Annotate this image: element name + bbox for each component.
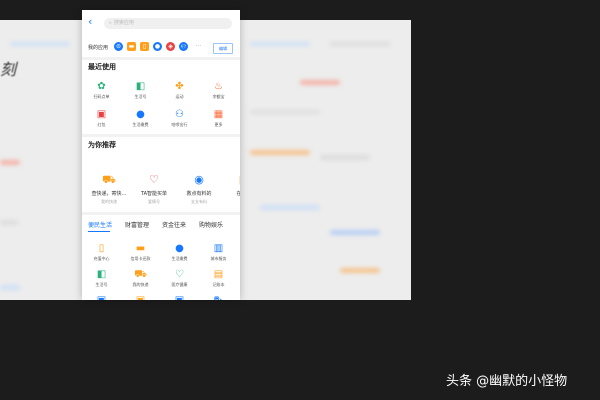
delivery-icon: ⛟	[102, 173, 116, 186]
app-tile[interactable]: ● 生活缴费	[121, 102, 160, 128]
recent-title: 最近使用	[88, 63, 116, 71]
app-tile[interactable]: ⛍	[199, 288, 238, 300]
phone-icon: ▯	[98, 243, 105, 254]
app-tile[interactable]: ◧ 生活号	[82, 262, 121, 288]
recommend-title-text: 在线市	[236, 191, 240, 197]
tab-underline	[88, 231, 110, 232]
tab-convenience[interactable]: 便民生活	[88, 220, 112, 229]
yuebao-icon: ♨	[214, 81, 223, 92]
tab-transfer[interactable]: 资金往来	[162, 220, 186, 229]
app-tile[interactable]: ▣	[82, 288, 121, 300]
app-icon: ▣	[175, 295, 184, 300]
more-icon: ▦	[213, 109, 224, 120]
app-icon: ▣	[97, 295, 106, 300]
my-apps-label: 我的应用	[88, 45, 109, 51]
app-tile-label: 红包	[97, 122, 106, 127]
my-apps-bar: 我的应用 ⊜ ▬ ▯ ● ◈ ℮ ··· 编辑	[82, 38, 240, 56]
sport-icon: ✤	[175, 81, 184, 92]
app-tile-label: 生活缴费	[132, 122, 149, 127]
heart-icon: ♡	[149, 173, 159, 186]
recommend-card[interactable]: ◉ 救点有料的支支有料	[176, 168, 222, 205]
tab-wealth[interactable]: 财富管理	[125, 220, 149, 229]
redpacket-icon: ▣	[96, 109, 107, 120]
app-tile[interactable]: ● 生活缴费	[160, 236, 199, 262]
app-tile-label: 扫码点单	[93, 94, 110, 99]
category-tabs: 便民生活 财富管理 资金往来 购物娱乐	[82, 216, 240, 232]
yuebao-icon[interactable]: ℮	[179, 42, 188, 51]
city-icon: ▥	[213, 243, 224, 254]
recommend-card[interactable]: ♡ TA智能买单 爱情号	[131, 168, 177, 205]
app-tile[interactable]: ▯ 充值中心	[82, 236, 121, 262]
edit-button[interactable]: 编辑	[213, 43, 233, 54]
watermark-text: 头条 @幽默的小怪物	[446, 374, 568, 389]
app-tile[interactable]: ▣ 红包	[82, 102, 121, 128]
recommend-card[interactable]: ▩ 在线市	[221, 168, 240, 199]
app-tile-label: 余额宝	[212, 94, 225, 99]
app-tile[interactable]: ▦ 更多	[199, 102, 238, 128]
recommend-title-text: TA智能买单	[140, 191, 168, 197]
section-divider	[82, 134, 240, 137]
recommend-subtitle: 支支有料	[191, 199, 207, 204]
recommend-subtitle: 我的快递	[101, 199, 117, 204]
top-bar: ‹ ⌕ 搜索应用	[82, 10, 240, 36]
app-tile[interactable]: ▤ 记账本	[199, 262, 238, 288]
recommend-title-text: 查快递，寄快…	[91, 191, 127, 197]
tab-shopping[interactable]: 购物娱乐	[199, 220, 223, 229]
utility-icon: ●	[136, 109, 145, 120]
car-icon: ⛍	[213, 295, 223, 300]
app-tile[interactable]: ♡ 医疗健康	[160, 262, 199, 288]
life-icon: ◧	[135, 81, 146, 92]
search-placeholder: 搜索应用	[113, 20, 134, 26]
app-tile[interactable]: ✤ 运动	[160, 74, 199, 100]
app-tile[interactable]: ✿ 扫码点单	[82, 74, 121, 100]
app-tile-label: 运动	[175, 94, 184, 99]
phone-icon[interactable]: ▯	[140, 42, 149, 51]
utility-icon: ●	[175, 243, 184, 254]
app-tile[interactable]: ▥ 城市服务	[199, 236, 238, 262]
app-tile[interactable]: ♨ 余额宝	[199, 74, 238, 100]
recommend-title: 为你推荐	[88, 141, 116, 149]
app-tile-label: 更多	[214, 122, 223, 127]
eye-icon: ◉	[194, 173, 204, 186]
delivery-icon: ⛟	[134, 269, 147, 280]
qr-icon: ✿	[97, 81, 106, 92]
scan-icon[interactable]: ⊜	[114, 42, 123, 51]
app-tile[interactable]: ▣	[160, 288, 199, 300]
more-dots-icon[interactable]: ···	[194, 42, 203, 51]
search-input[interactable]: ⌕ 搜索应用	[104, 18, 232, 29]
utility-icon[interactable]: ●	[153, 42, 162, 51]
convenience-grid: ▯充值中心▬信用卡还款●生活缴费▥城市服务 ◧生活号⛟我的快递♡医疗健康▤记账本 ▣…	[82, 236, 240, 300]
recommend-subtitle: 爱情号	[148, 199, 160, 204]
app-tile[interactable]: ⛟ 我的快递	[121, 262, 160, 288]
redpacket-icon[interactable]: ◈	[166, 42, 175, 51]
phone-screen: ‹ ⌕ 搜索应用 我的应用 ⊜ ▬ ▯ ● ◈ ℮ ··· 编辑 最近使用 ✿ 扫码…	[82, 10, 240, 300]
recommend-card[interactable]: ⛟ 查快递，寄快… 我的快递	[86, 168, 132, 205]
app-tile[interactable]: ◧ 生活号	[121, 74, 160, 100]
app-tile[interactable]: ▬ 信用卡还款	[121, 236, 160, 262]
card-icon[interactable]: ▬	[127, 42, 136, 51]
section-divider	[82, 212, 240, 215]
section-divider	[82, 57, 240, 60]
market-icon: ▩	[239, 173, 240, 186]
recommend-title-text: 救点有料的	[186, 191, 212, 197]
bike-icon: ⚇	[175, 109, 184, 120]
recent-grid: ✿ 扫码点单 ◧ 生活号 ✤ 运动 ♨ 余额宝 ▣ 红包 ● 生活缴费 ⚇ 哈啰出行 ▦ 更多	[82, 74, 240, 134]
background-heading-glyph: 刻	[0, 60, 17, 79]
app-tile-label: 生活号	[134, 94, 147, 99]
health-icon: ♡	[175, 269, 184, 280]
ledger-icon: ▤	[213, 269, 224, 280]
app-tile[interactable]: ▣	[121, 288, 160, 300]
life-icon: ◧	[96, 269, 107, 280]
app-tile-label: 哈啰出行	[171, 122, 188, 127]
app-tile[interactable]: ⚇ 哈啰出行	[160, 102, 199, 128]
app-icon: ▣	[136, 295, 145, 300]
card-icon: ▬	[135, 243, 146, 254]
back-arrow-icon[interactable]: ‹	[88, 16, 92, 28]
search-icon: ⌕	[109, 20, 112, 26]
